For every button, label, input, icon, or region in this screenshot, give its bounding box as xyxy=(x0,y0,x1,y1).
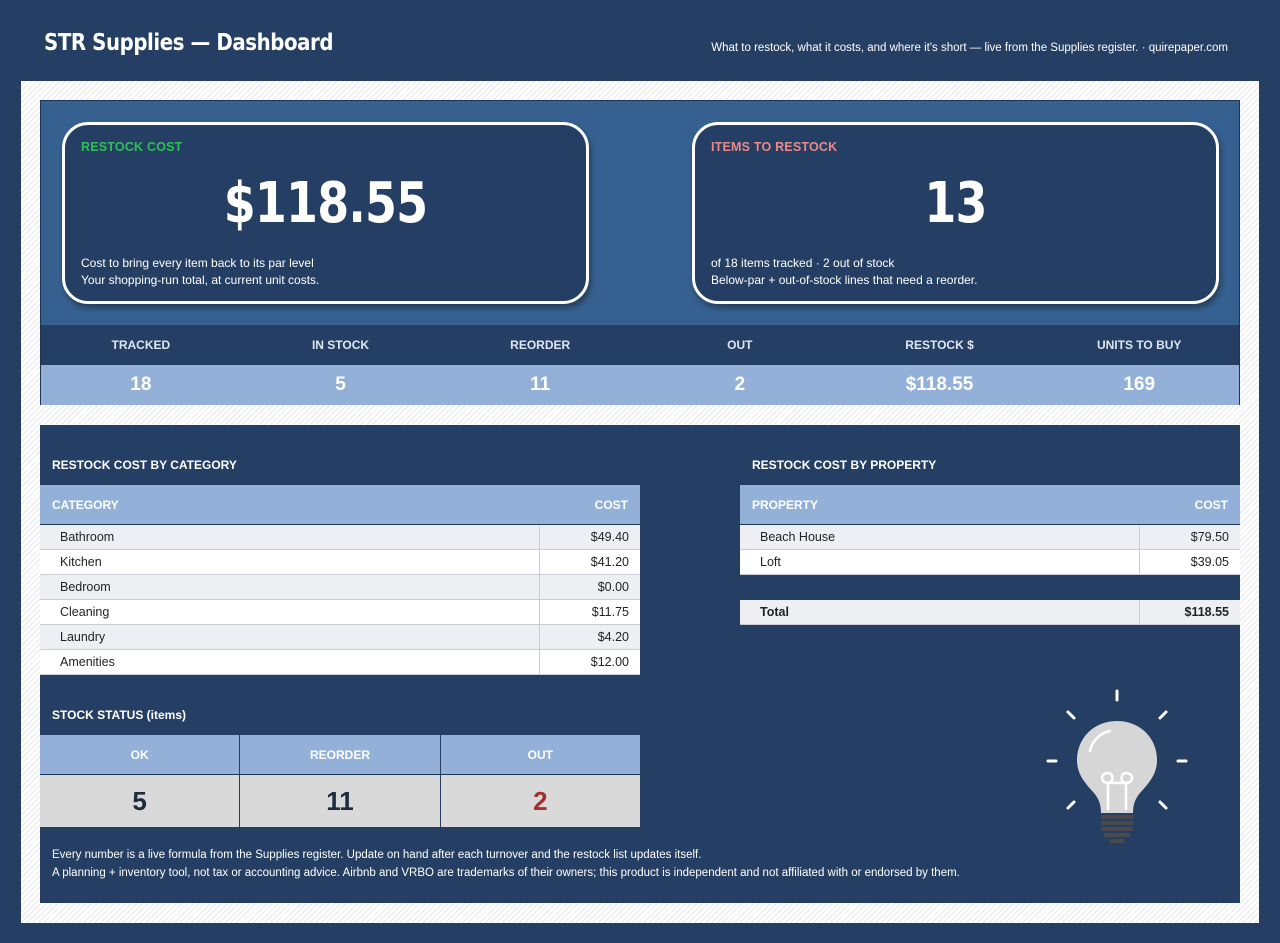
stat-value-tracked: 18 xyxy=(130,374,152,395)
status-col-ok: OK 5 xyxy=(40,735,241,827)
property-cost: $39.05 xyxy=(1190,555,1229,569)
stat-label-units-to-buy: UNITS TO BUY xyxy=(1096,338,1182,352)
items-to-restock-caption: of 18 items tracked · 2 out of stock xyxy=(711,256,895,270)
total-label: Total xyxy=(740,600,1140,624)
stat-label-restock-dollars: RESTOCK $ xyxy=(905,338,974,352)
stat-value-in-stock: 5 xyxy=(335,374,346,395)
table-row: Laundry $4.20 xyxy=(40,625,640,650)
table-row: Cleaning $11.75 xyxy=(40,600,640,625)
category-cost: $49.40 xyxy=(590,530,629,544)
category-name: Laundry xyxy=(40,625,540,649)
category-cost: $4.20 xyxy=(597,630,629,644)
stat-label-in-stock: IN STOCK xyxy=(311,338,370,352)
restock-cost-caption: Cost to bring every item back to its par… xyxy=(81,256,314,270)
property-cost-col-header: COST xyxy=(1194,497,1228,512)
stat-label-out: OUT xyxy=(727,338,753,352)
property-name: Loft xyxy=(740,550,1140,574)
status-label-reorder: REORDER xyxy=(240,735,440,775)
table-row: Loft $39.05 xyxy=(740,550,1240,575)
items-to-restock-subcaption: Below-par + out-of-stock lines that need… xyxy=(711,273,978,287)
status-value-out: 2 xyxy=(440,775,640,827)
table-row: Beach House $79.50 xyxy=(740,525,1240,550)
restock-cost-value: $118.55 xyxy=(223,171,428,236)
stat-value-restock-dollars: $118.55 xyxy=(905,374,974,395)
status-label-out: OUT xyxy=(440,735,640,775)
restock-cost-subcaption: Your shopping-run total, at current unit… xyxy=(81,273,320,287)
stat-label-reorder: REORDER xyxy=(510,338,571,352)
stats-value-row: 18 5 11 2 $118.55 169 xyxy=(41,365,1239,405)
category-cost: $0.00 xyxy=(597,580,629,594)
category-section-title: RESTOCK COST BY CATEGORY xyxy=(52,458,237,472)
stat-label-tracked: TRACKED xyxy=(111,338,171,352)
restock-cost-label: RESTOCK COST xyxy=(81,140,183,154)
category-name: Cleaning xyxy=(40,600,540,624)
stat-value-reorder: 11 xyxy=(530,374,551,395)
stock-status-table: OK 5 REORDER 11 OUT 2 xyxy=(40,735,640,827)
status-value-ok: 5 xyxy=(40,775,240,827)
kpi-cards-area: RESTOCK COST $118.55 Cost to bring every… xyxy=(41,101,1239,325)
footnote-line-1: Every number is a live formula from the … xyxy=(52,849,702,861)
table-row: Bathroom $49.40 xyxy=(40,525,640,550)
category-name: Amenities xyxy=(40,650,540,674)
category-cost: $41.20 xyxy=(590,555,629,569)
table-row: Kitchen $41.20 xyxy=(40,550,640,575)
category-table-header: CATEGORY COST xyxy=(40,485,640,525)
category-name: Bedroom xyxy=(40,575,540,599)
property-total-table: Total $118.55 xyxy=(740,600,1240,625)
table-row: Bedroom $0.00 xyxy=(40,575,640,600)
total-row: Total $118.55 xyxy=(740,600,1240,625)
category-table: CATEGORY COST Bathroom $49.40 Kitchen $4… xyxy=(40,485,640,675)
items-to-restock-card: ITEMS TO RESTOCK 13 of 18 items tracked … xyxy=(692,122,1219,304)
category-col-header: CATEGORY xyxy=(52,497,119,512)
items-to-restock-value: 13 xyxy=(924,171,987,236)
page-title: STR Supplies — Dashboard xyxy=(44,30,334,56)
table-row: Amenities $12.00 xyxy=(40,650,640,675)
footnote-line-2: A planning + inventory tool, not tax or … xyxy=(52,867,960,879)
category-name: Bathroom xyxy=(40,525,540,549)
category-cost-col-header: COST xyxy=(594,497,628,512)
header-bar: STR Supplies — Dashboard What to restock… xyxy=(0,0,1280,80)
kpi-panel: RESTOCK COST $118.55 Cost to bring every… xyxy=(40,100,1240,405)
restock-cost-card: RESTOCK COST $118.55 Cost to bring every… xyxy=(62,122,589,304)
property-name: Beach House xyxy=(740,525,1140,549)
category-cost: $12.00 xyxy=(590,655,629,669)
total-value: $118.55 xyxy=(1184,605,1230,619)
property-section-title: RESTOCK COST BY PROPERTY xyxy=(752,458,937,472)
stats-header-row: TRACKED IN STOCK REORDER OUT RESTOCK $ U… xyxy=(41,325,1239,365)
stock-status-title: STOCK STATUS (items) xyxy=(52,708,187,722)
page-tagline: What to restock, what it costs, and wher… xyxy=(711,42,1228,54)
property-col-header: PROPERTY xyxy=(752,497,819,512)
items-to-restock-label: ITEMS TO RESTOCK xyxy=(711,140,838,154)
property-cost: $79.50 xyxy=(1190,530,1229,544)
stat-value-units-to-buy: 169 xyxy=(1123,374,1156,395)
stat-value-out: 2 xyxy=(734,374,746,395)
category-name: Kitchen xyxy=(40,550,540,574)
status-col-reorder: REORDER 11 xyxy=(240,735,441,827)
status-label-ok: OK xyxy=(40,735,240,775)
category-cost: $11.75 xyxy=(591,605,629,619)
status-value-reorder: 11 xyxy=(240,775,440,827)
status-col-out: OUT 2 xyxy=(440,735,640,827)
property-table-header: PROPERTY COST xyxy=(740,485,1240,525)
property-table: PROPERTY COST Beach House $79.50 Loft $3… xyxy=(740,485,1240,575)
lightbulb-icon xyxy=(1046,689,1188,843)
